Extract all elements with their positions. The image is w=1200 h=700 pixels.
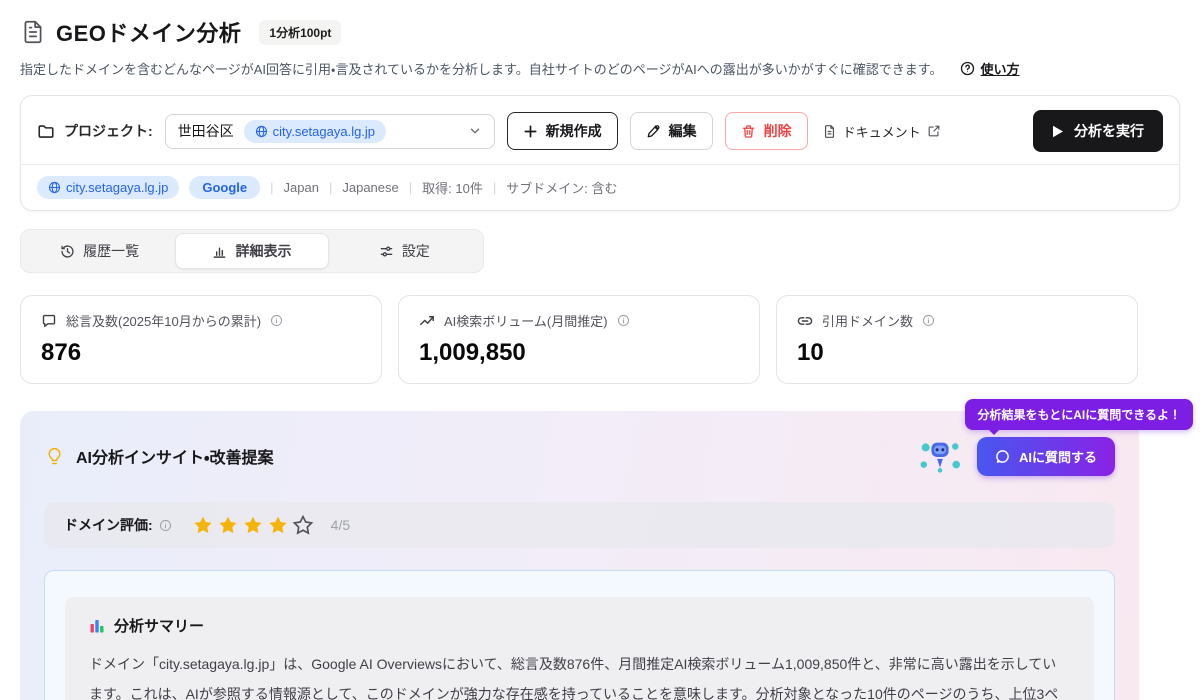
meta-separator: |	[270, 180, 274, 195]
link-icon	[797, 313, 813, 329]
tab-settings[interactable]: 設定	[329, 233, 480, 269]
selected-project-name: 世田谷区	[177, 123, 234, 139]
meta-separator: |	[408, 180, 413, 195]
meta-fetched-count: 取得: 10件	[422, 181, 483, 196]
page-header: GEOドメイン分析 1分析100pt	[20, 16, 1180, 48]
engine-tag: Google	[189, 176, 261, 199]
external-link-icon	[928, 125, 940, 137]
ai-robot-mascot-icon	[920, 442, 961, 473]
chevron-down-icon	[468, 124, 482, 138]
ask-ai-tooltip: 分析結果をもとにAIに質問できるよ！	[965, 398, 1193, 435]
project-meta-row: city.setagaya.lg.jp Google | Japan | Jap…	[37, 165, 1163, 199]
page-title: GEOドメイン分析	[56, 21, 242, 46]
domain-rating-bar: ドメイン評価: 4/5	[44, 502, 1115, 548]
project-label: プロジェクト:	[37, 121, 153, 141]
project-row: プロジェクト: 世田谷区 city.setagaya.lg.jp 新規作成 編集…	[37, 110, 1163, 152]
bar-chart-icon	[214, 247, 226, 258]
page-description-row: 指定したドメインを含むどんなページがAI回答に引用・言及されているかを分析します…	[20, 59, 1180, 78]
stats-row: 総言及数(2025年10月からの累計) 876 AI検索ボリューム(月間推定)	[20, 295, 1180, 384]
selected-domain-pill: city.setagaya.lg.jp	[243, 119, 387, 143]
create-project-button[interactable]: 新規作成	[506, 112, 618, 150]
stat-card-cited-domains: 引用ドメイン数 10	[776, 295, 1138, 384]
info-icon[interactable]	[617, 314, 630, 327]
run-analysis-button[interactable]: 分析を実行	[1033, 110, 1163, 152]
ask-ai-button[interactable]: AIに質問する	[976, 436, 1115, 476]
sliders-icon	[380, 246, 393, 256]
meta-language: Japanese	[342, 180, 399, 195]
help-circle-icon	[961, 61, 975, 76]
meta-separator: |	[492, 180, 497, 195]
meta-separator: |	[328, 180, 333, 195]
tab-history[interactable]: 履歴一覧	[24, 233, 175, 269]
star-rating	[192, 514, 314, 536]
pencil-icon	[647, 124, 660, 137]
stat-value: 10	[797, 339, 824, 366]
trending-up-icon	[419, 313, 435, 329]
insight-header: AI分析インサイト・改善提案 分析結果をもとにAIに質問できるよ！ AIに質問す…	[44, 398, 1193, 477]
stat-value: 876	[41, 339, 82, 366]
stat-label: 引用ドメイン数	[822, 314, 914, 329]
rating-label: ドメイン評価:	[64, 517, 153, 533]
insight-title: AI分析インサイト・改善提案	[76, 450, 274, 467]
file-icon	[824, 124, 834, 138]
plus-icon	[524, 125, 537, 137]
analysis-summary-card: 分析サマリー ドメイン「city.setagaya.lg.jp」は、Google…	[44, 570, 1115, 700]
lightbulb-icon	[48, 447, 61, 464]
clock-icon	[61, 244, 74, 258]
stat-card-search-volume: AI検索ボリューム(月間推定) 1,009,850	[398, 295, 760, 384]
meta-country: Japan	[283, 180, 319, 195]
meta-subdomain: サブドメイン: 含む	[506, 181, 618, 196]
star-empty-icon	[292, 514, 314, 535]
info-icon[interactable]	[922, 314, 935, 327]
trash-icon	[742, 124, 754, 138]
globe-icon	[255, 125, 267, 137]
project-panel: プロジェクト: 世田谷区 city.setagaya.lg.jp 新規作成 編集…	[20, 95, 1180, 211]
info-icon[interactable]	[159, 519, 172, 532]
stat-value: 1,009,850	[419, 339, 526, 366]
star-filled-icon	[219, 516, 237, 534]
page-description: 指定したドメインを含むどんなページがAI回答に引用・言及されているかを分析します…	[20, 62, 943, 77]
cost-badge: 1分析100pt	[259, 19, 342, 45]
ai-insight-section: AI分析インサイト・改善提案 分析結果をもとにAIに質問できるよ！ AIに質問す…	[20, 398, 1193, 700]
stat-label: AI検索ボリューム(月間推定)	[444, 314, 608, 329]
speech-bubble-icon	[41, 313, 57, 329]
edit-project-button[interactable]: 編集	[629, 112, 713, 150]
summary-title: 分析サマリー	[114, 618, 205, 635]
summary-body: ドメイン「city.setagaya.lg.jp」は、Google AI Ove…	[89, 656, 1059, 700]
colorful-chart-icon	[90, 619, 104, 632]
info-icon[interactable]	[270, 314, 283, 327]
stat-label: 総言及数(2025年10月からの累計)	[66, 314, 262, 329]
rating-score: 4/5	[330, 517, 351, 533]
chat-bubble-icon	[996, 449, 1009, 463]
play-icon	[1053, 125, 1063, 137]
document-link[interactable]: ドキュメント	[822, 122, 941, 141]
star-filled-icon	[244, 516, 262, 534]
document-icon	[20, 19, 46, 45]
help-link[interactable]: 使い方	[960, 59, 1020, 78]
globe-icon	[48, 181, 61, 194]
tab-detail[interactable]: 詳細表示	[175, 233, 329, 269]
view-tabs: 履歴一覧 詳細表示 設定	[20, 229, 484, 273]
domain-tag: city.setagaya.lg.jp	[37, 176, 180, 199]
geo-domain-analysis-page: GEOドメイン分析 1分析100pt 指定したドメインを含むどんなページがAI回…	[0, 0, 1200, 700]
stat-card-mentions: 総言及数(2025年10月からの累計) 876	[20, 295, 382, 384]
star-filled-icon	[269, 516, 287, 534]
project-select[interactable]: 世田谷区 city.setagaya.lg.jp	[164, 113, 495, 149]
delete-project-button[interactable]: 削除	[724, 112, 808, 150]
folder-icon	[38, 125, 54, 138]
star-filled-icon	[194, 516, 212, 534]
